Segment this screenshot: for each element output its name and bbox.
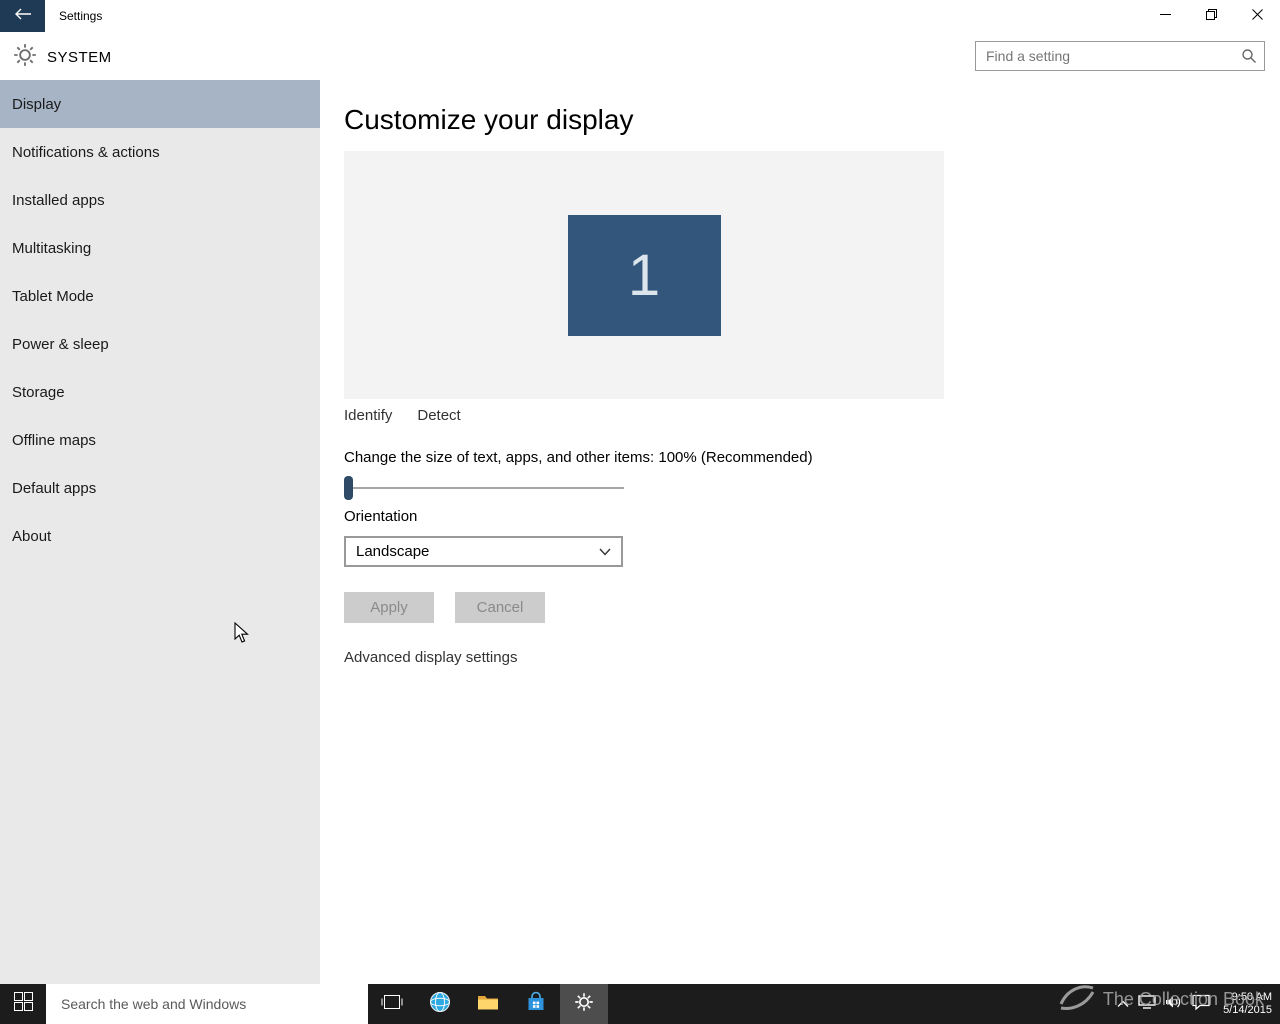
settings-app-button[interactable]	[560, 984, 608, 1024]
chevron-up-icon	[1117, 995, 1129, 1013]
sidebar-item-storage[interactable]: Storage	[0, 368, 320, 416]
sidebar-item-installed-apps[interactable]: Installed apps	[0, 176, 320, 224]
sidebar-item-label: Storage	[12, 383, 65, 401]
settings-window: Settings SYSTEM Find a setting Display N…	[0, 0, 1280, 1024]
close-button[interactable]	[1234, 0, 1280, 32]
sidebar-item-display[interactable]: Display	[0, 80, 320, 128]
sidebar-item-label: Power & sleep	[12, 335, 109, 353]
identify-link[interactable]: Identify	[344, 407, 392, 424]
advanced-display-settings-link[interactable]: Advanced display settings	[344, 649, 1280, 666]
scale-slider[interactable]	[344, 476, 624, 500]
network-icon	[1138, 994, 1156, 1014]
windows-start-icon	[13, 992, 33, 1016]
find-setting-input[interactable]	[976, 48, 1234, 64]
orientation-label: Orientation	[344, 508, 418, 525]
minimize-button[interactable]	[1142, 0, 1188, 32]
restore-icon	[1205, 7, 1217, 25]
display-preview-area: 1	[344, 151, 944, 399]
monitor-number: 1	[627, 242, 661, 308]
display-settings-panel: Customize your display 1 Identify Detect…	[320, 80, 1280, 984]
back-button[interactable]	[0, 0, 45, 32]
content-area: Display Notifications & actions Installe…	[0, 80, 1280, 984]
sidebar-item-label: Tablet Mode	[12, 287, 94, 305]
clock-time: 9:50 AM	[1231, 991, 1272, 1003]
scale-label: Change the size of text, apps, and other…	[344, 449, 813, 466]
store-button[interactable]	[512, 984, 560, 1024]
taskbar: 9:50 AM 5/14/2015	[0, 984, 1280, 1024]
action-buttons: Apply Cancel	[344, 592, 1280, 623]
page-section-title: SYSTEM	[47, 49, 112, 66]
slider-thumb[interactable]	[344, 476, 353, 500]
page-title: Customize your display	[344, 104, 634, 135]
clock-date: 5/14/2015	[1223, 1004, 1272, 1016]
apply-button[interactable]: Apply	[344, 592, 434, 623]
window-title: Settings	[59, 9, 103, 23]
browser-button[interactable]	[416, 984, 464, 1024]
settings-sidebar: Display Notifications & actions Installe…	[0, 80, 320, 984]
sidebar-item-default-apps[interactable]: Default apps	[0, 464, 320, 512]
sidebar-item-label: Installed apps	[12, 191, 105, 209]
sidebar-item-multitasking[interactable]: Multitasking	[0, 224, 320, 272]
restore-button[interactable]	[1188, 0, 1234, 32]
system-tray: 9:50 AM 5/14/2015	[1117, 984, 1280, 1024]
action-center-button[interactable]	[1192, 994, 1210, 1015]
action-center-icon	[1192, 994, 1210, 1015]
task-view-button[interactable]	[368, 984, 416, 1024]
sidebar-item-offline-maps[interactable]: Offline maps	[0, 416, 320, 464]
taskbar-clock[interactable]: 9:50 AM 5/14/2015	[1223, 991, 1272, 1017]
sidebar-item-label: Default apps	[12, 479, 97, 497]
detect-link[interactable]: Detect	[417, 407, 460, 424]
titlebar: Settings	[0, 0, 1280, 32]
sidebar-item-about[interactable]: About	[0, 512, 320, 560]
minimize-icon	[1159, 7, 1171, 25]
speaker-icon	[1165, 995, 1183, 1014]
orientation-selected-value: Landscape	[356, 543, 430, 560]
cancel-button[interactable]: Cancel	[455, 592, 545, 623]
volume-tray-button[interactable]	[1165, 995, 1183, 1014]
close-icon	[1251, 7, 1263, 25]
app-header: SYSTEM	[0, 32, 1280, 80]
sidebar-item-tablet-mode[interactable]: Tablet Mode	[0, 272, 320, 320]
sidebar-item-label: Notifications & actions	[12, 143, 160, 161]
find-setting-searchbox	[975, 41, 1265, 71]
sidebar-item-power-sleep[interactable]: Power & sleep	[0, 320, 320, 368]
back-arrow-icon	[14, 7, 32, 25]
network-tray-button[interactable]	[1138, 994, 1156, 1014]
task-view-icon	[381, 994, 403, 1015]
chevron-down-icon	[589, 548, 621, 556]
slider-track[interactable]	[344, 487, 624, 489]
orientation-dropdown[interactable]: Landscape	[344, 536, 623, 567]
sidebar-item-label: Display	[12, 95, 62, 113]
taskbar-search-box	[46, 984, 368, 1024]
search-icon[interactable]	[1234, 48, 1264, 64]
settings-gear-icon	[12, 42, 38, 73]
window-controls	[1142, 0, 1280, 32]
sidebar-item-label: Multitasking	[12, 239, 92, 257]
store-bag-icon	[526, 991, 546, 1018]
sidebar-item-label: Offline maps	[12, 431, 96, 449]
tray-expand-button[interactable]	[1117, 995, 1129, 1013]
monitor-1[interactable]: 1	[567, 214, 721, 336]
sidebar-item-label: About	[12, 527, 52, 545]
start-button[interactable]	[0, 984, 46, 1024]
identify-detect-links: Identify Detect	[344, 407, 1280, 424]
taskbar-search-input[interactable]	[46, 996, 368, 1012]
browser-globe-icon	[429, 991, 451, 1018]
file-explorer-folder-icon	[477, 993, 499, 1016]
sidebar-item-notifications[interactable]: Notifications & actions	[0, 128, 320, 176]
section-title-block: SYSTEM	[12, 42, 112, 73]
settings-gear-taskbar-icon	[574, 992, 594, 1017]
file-explorer-button[interactable]	[464, 984, 512, 1024]
